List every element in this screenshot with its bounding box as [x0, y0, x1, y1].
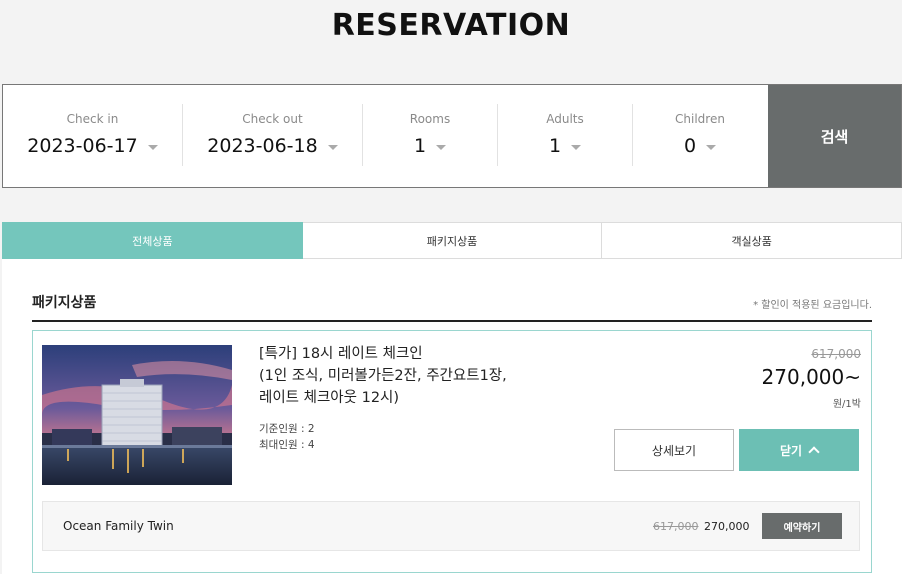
max-guests: 최대인원 : 4: [259, 439, 315, 451]
chevron-down-icon[interactable]: [571, 144, 582, 150]
check-in-label: Check in: [66, 112, 119, 126]
check-out-value[interactable]: 2023-06-18: [207, 135, 317, 157]
rooms-value[interactable]: 1: [414, 135, 426, 157]
base-guests: 기준인원 : 2: [259, 423, 315, 435]
sale-price: 270,000~: [761, 365, 861, 389]
product-title[interactable]: [특가] 18시 레이트 체크인 (1인 조식, 미러볼가든2잔, 주간요트1장…: [259, 343, 559, 409]
guest-info: 기준인원 : 2 최대인원 : 4: [259, 421, 315, 453]
room-option-row: Ocean Family Twin 617,000 270,000 예약하기: [42, 501, 860, 551]
chevron-up-icon: [808, 446, 820, 458]
adults-label: Adults: [546, 112, 584, 126]
check-in-field[interactable]: Check in 2023-06-17: [3, 85, 182, 187]
rooms-field[interactable]: Rooms 1: [363, 85, 497, 187]
products-panel: 전체상품 패키지상품 객실상품 패키지상품 * 할인이 적용된 요금입니다. […: [2, 222, 902, 574]
discount-note: * 할인이 적용된 요금입니다.: [753, 300, 872, 311]
children-value[interactable]: 0: [684, 135, 696, 157]
adults-value[interactable]: 1: [549, 135, 561, 157]
page-title: RESERVATION: [331, 8, 571, 43]
chevron-down-icon[interactable]: [436, 144, 447, 150]
chevron-down-icon[interactable]: [327, 144, 338, 150]
children-field[interactable]: Children 0: [633, 85, 767, 187]
detail-button[interactable]: 상세보기: [614, 429, 734, 471]
original-price: 617,000: [811, 347, 861, 361]
section-title: 패키지상품: [32, 295, 97, 311]
check-out-field[interactable]: Check out 2023-06-18: [183, 85, 362, 187]
reservation-search-bar: Check in 2023-06-17 Check out 2023-06-18…: [2, 84, 902, 188]
product-title-line: 레이트 체크아웃 12시): [259, 390, 400, 406]
adults-field[interactable]: Adults 1: [498, 85, 632, 187]
check-in-value[interactable]: 2023-06-17: [27, 135, 137, 157]
tab-room-products[interactable]: 객실상품: [602, 222, 902, 259]
hotel-photo: [42, 345, 232, 485]
reserve-button[interactable]: 예약하기: [762, 513, 842, 539]
package-product-card: [특가] 18시 레이트 체크인 (1인 조식, 미러볼가든2잔, 주간요트1장…: [32, 330, 872, 573]
product-title-line: (1인 조식, 미러볼가든2잔, 주간요트1장,: [259, 368, 507, 384]
close-button-label: 닫기: [779, 443, 803, 458]
price-block: 617,000 270,000~ 원/1박: [762, 347, 861, 410]
tab-all-products[interactable]: 전체상품: [2, 222, 303, 259]
chevron-down-icon[interactable]: [706, 144, 717, 150]
check-out-label: Check out: [242, 112, 303, 126]
chevron-down-icon[interactable]: [147, 144, 158, 150]
product-title-line: [특가] 18시 레이트 체크인: [259, 346, 423, 362]
room-original-price: 617,000: [653, 520, 699, 533]
price-unit: 원/1박: [832, 399, 861, 410]
room-name: Ocean Family Twin: [63, 519, 174, 533]
rooms-label: Rooms: [409, 112, 451, 126]
product-tabs: 전체상품 패키지상품 객실상품: [2, 222, 902, 259]
children-label: Children: [675, 112, 725, 126]
tab-package-products[interactable]: 패키지상품: [302, 222, 603, 259]
close-button[interactable]: 닫기: [739, 429, 859, 471]
room-price: 270,000: [704, 520, 750, 533]
section-header: 패키지상품 * 할인이 적용된 요금입니다.: [32, 290, 872, 322]
search-button[interactable]: 검색: [768, 85, 901, 187]
